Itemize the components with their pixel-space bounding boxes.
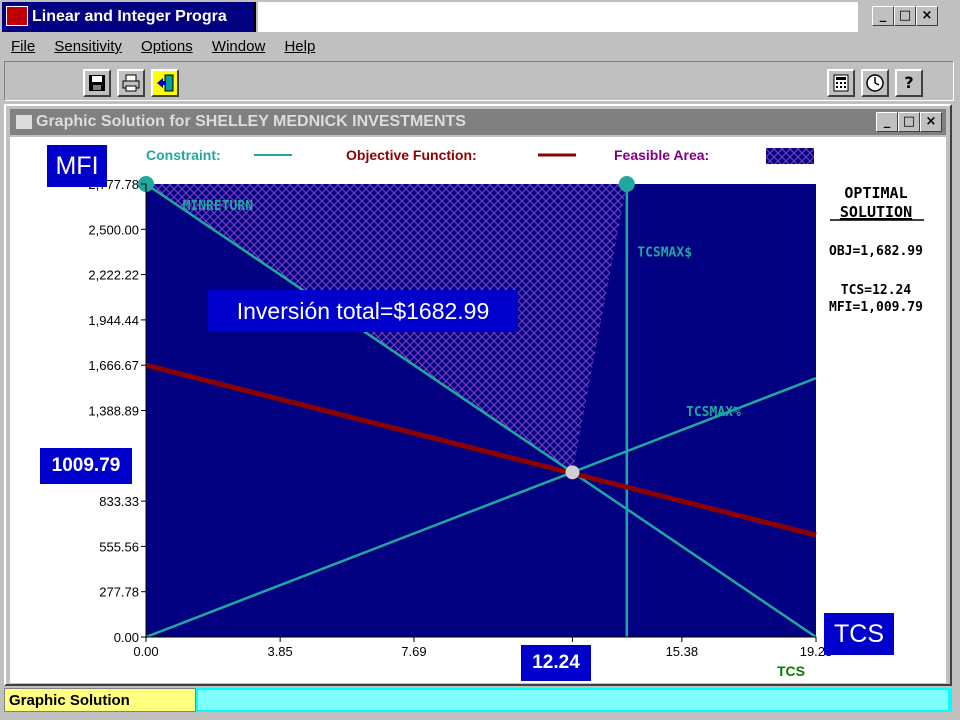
y-tick-label: 277.78 xyxy=(99,585,139,600)
help-icon[interactable]: ? xyxy=(895,69,923,97)
callout-mfi-value: 1009.79 xyxy=(40,448,132,484)
x-tick-label: 3.85 xyxy=(267,644,292,659)
optimal-point xyxy=(565,465,580,480)
x-axis-title: TCS xyxy=(777,663,805,679)
graph-svg: Constraint: Objective Function: Feasible… xyxy=(88,147,924,679)
minimize-icon[interactable]: _ xyxy=(872,6,894,26)
legend-objective-label: Objective Function: xyxy=(346,147,477,163)
y-tick-label: 1,388.89 xyxy=(88,404,139,419)
doc-minimize-icon[interactable]: _ xyxy=(876,112,898,132)
app-title: Linear and Integer Progra xyxy=(32,8,227,25)
feasible-vertex xyxy=(618,176,635,192)
menu-help[interactable]: Help xyxy=(284,38,315,55)
toolbar: ? xyxy=(4,61,954,101)
constraint-label: MINRETURN xyxy=(183,199,254,214)
save-icon[interactable] xyxy=(83,69,111,97)
app-title-strip: Linear and Integer Progra xyxy=(2,2,254,32)
title-gap xyxy=(258,2,858,32)
y-tick-label: 833.33 xyxy=(99,494,139,509)
app-icon xyxy=(6,5,28,26)
callout-tcs: TCS xyxy=(824,613,894,655)
doc-title-bar: Graphic Solution for SHELLEY MEDNICK INV… xyxy=(10,109,946,135)
doc-maximize-icon[interactable]: □ xyxy=(898,112,920,132)
status-bar: Graphic Solution xyxy=(4,688,952,712)
menu-file[interactable]: File xyxy=(11,38,35,55)
y-tick-label: 2,222.22 xyxy=(88,268,139,283)
legend-feasible-label: Feasible Area: xyxy=(614,147,709,163)
optimal-mfi: MFI=1,009.79 xyxy=(829,300,923,315)
clock-icon[interactable] xyxy=(861,69,889,97)
exit-icon[interactable] xyxy=(151,69,179,97)
doc-icon xyxy=(16,114,32,129)
menu-sensitivity[interactable]: Sensitivity xyxy=(54,38,122,55)
optimal-tcs: TCS=12.24 xyxy=(841,283,912,298)
menu-bar: File Sensitivity Options Window Help xyxy=(2,36,954,58)
graph-area: Constraint: Objective Function: Feasible… xyxy=(10,137,946,683)
application-window: Linear and Integer Progra _ □ × File Sen… xyxy=(0,0,960,720)
print-icon[interactable] xyxy=(117,69,145,97)
status-fill xyxy=(198,690,948,710)
maximize-icon[interactable]: □ xyxy=(894,6,916,26)
title-cursor xyxy=(254,2,256,32)
app-title-bar: Linear and Integer Progra _ □ × xyxy=(2,2,954,32)
calculator-icon[interactable] xyxy=(827,69,855,97)
y-tick-label: 0.00 xyxy=(114,630,139,645)
legend-constraint-label: Constraint: xyxy=(146,147,221,163)
callout-total-investment: Inversión total=$1682.99 xyxy=(208,290,518,332)
legend-feasible-swatch xyxy=(766,148,814,164)
x-tick-label: 7.69 xyxy=(401,644,426,659)
status-label: Graphic Solution xyxy=(4,688,196,712)
close-icon[interactable]: × xyxy=(916,6,938,26)
menu-options[interactable]: Options xyxy=(141,38,193,55)
callout-mfi: MFI xyxy=(47,145,107,187)
y-tick-label: 1,944.44 xyxy=(88,313,139,328)
constraint-label: TCSMAX% xyxy=(686,405,741,420)
doc-close-icon[interactable]: × xyxy=(920,112,942,132)
doc-title: Graphic Solution for SHELLEY MEDNICK INV… xyxy=(36,113,466,130)
x-tick-label: 0.00 xyxy=(133,644,158,659)
optimal-obj: OBJ=1,682.99 xyxy=(829,244,923,259)
optimal-heading: OPTIMAL xyxy=(844,184,907,202)
graphic-solution-window: Graphic Solution for SHELLEY MEDNICK INV… xyxy=(4,104,952,686)
callout-tcs-value: 12.24 xyxy=(521,645,591,681)
y-tick-label: 555.56 xyxy=(99,539,139,554)
solution-heading: SOLUTION xyxy=(840,203,912,221)
y-tick-label: 1,666.67 xyxy=(88,358,139,373)
x-tick-label: 15.38 xyxy=(666,644,699,659)
constraint-label: TCSMAX$ xyxy=(637,246,692,261)
y-tick-label: 2,500.00 xyxy=(88,222,139,237)
menu-window[interactable]: Window xyxy=(212,38,265,55)
